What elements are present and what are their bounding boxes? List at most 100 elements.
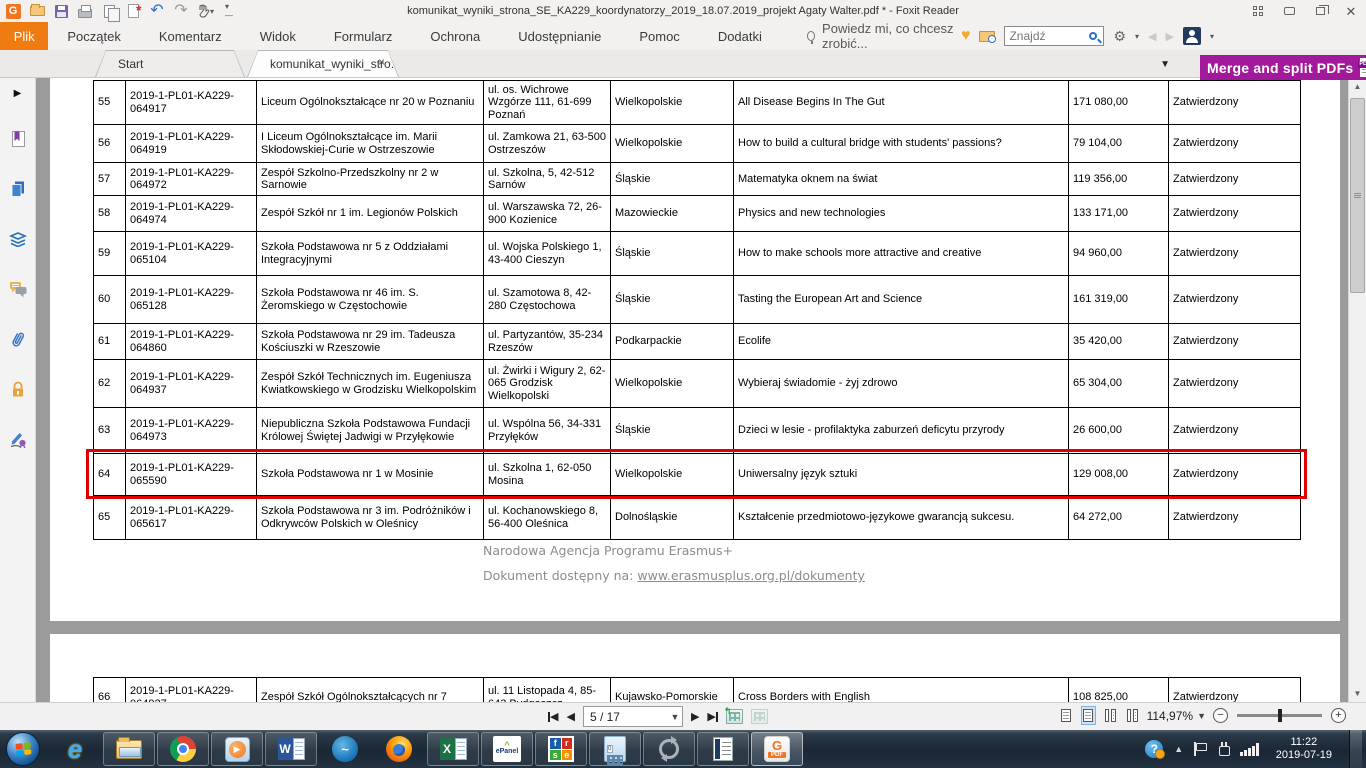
single-page-view-icon[interactable] — [1059, 706, 1074, 725]
vertical-scrollbar[interactable]: ▲ ▼ — [1348, 78, 1366, 702]
layers-panel-icon[interactable] — [8, 229, 28, 249]
undo-icon[interactable]: ↶ — [148, 3, 166, 20]
taskbar-chrome[interactable] — [157, 732, 209, 766]
help-tray-icon[interactable]: ? — [1145, 740, 1163, 758]
network-signal-icon[interactable] — [1240, 743, 1259, 756]
scrollbar-thumb[interactable] — [1350, 98, 1365, 293]
tab-close-icon[interactable]: × — [378, 56, 385, 68]
footer-doc-link[interactable]: www.erasmusplus.org.pl/dokumenty — [637, 568, 864, 583]
zoom-slider-handle[interactable] — [1278, 709, 1282, 722]
taskbar-foxit-reader[interactable]: G PDF — [751, 732, 803, 766]
continuous-facing-view-icon[interactable] — [1125, 706, 1140, 725]
save-icon[interactable] — [52, 3, 70, 20]
ribbon-tab-6[interactable]: Udostępnianie — [499, 22, 620, 50]
ribbon-tab-8[interactable]: Dodatki — [699, 22, 781, 50]
table-row: 572019-1-PL01-KA229-064972Zespół Szkolno… — [94, 163, 1301, 196]
account-avatar[interactable] — [1183, 27, 1201, 45]
tell-me-box[interactable]: Powiedz mi, co chcesz zrobić... — [807, 22, 961, 50]
power-plug-icon[interactable] — [1217, 742, 1229, 756]
signatures-panel-icon[interactable] — [8, 429, 28, 449]
customize-toolbar-icon[interactable]: ▾— — [220, 3, 238, 20]
expand-panel-icon[interactable]: ▶ — [14, 88, 22, 99]
zoom-slider[interactable] — [1237, 714, 1322, 717]
next-page-icon[interactable]: ▶ — [691, 710, 699, 723]
merge-split-banner[interactable]: Merge and split PDFs PDF — [1200, 55, 1366, 80]
tray-expand-icon[interactable]: ▲ — [1174, 744, 1183, 754]
zoom-percentage[interactable]: 114,97% — [1147, 709, 1193, 723]
attachments-panel-icon[interactable] — [8, 329, 28, 349]
taskbar-frse[interactable]: f r s e — [535, 732, 587, 766]
layout-grid-icon[interactable] — [1251, 4, 1265, 18]
taskbar-openoffice[interactable]: ~ — [319, 732, 371, 766]
cell-status: Zatwierdzony — [1169, 81, 1301, 125]
ribbon-tab-2[interactable]: Komentarz — [140, 22, 241, 50]
new-document-icon[interactable] — [124, 3, 142, 20]
taskbar-notes-app[interactable] — [697, 732, 749, 766]
taskbar-calculator[interactable]: 0 — [589, 732, 641, 766]
next-view-icon[interactable] — [751, 709, 768, 724]
page-number-combo[interactable]: 5 / 17 ▼ — [583, 706, 683, 727]
previous-page-icon[interactable]: ◀ — [566, 710, 574, 723]
hand-tool-icon[interactable]: ▾ — [196, 3, 214, 20]
taskbar-file-explorer[interactable] — [103, 732, 155, 766]
tab-start[interactable]: Start — [95, 50, 245, 77]
previous-view-icon[interactable]: ↰ — [726, 709, 743, 724]
gear-caret-icon[interactable]: ▾ — [1135, 32, 1139, 41]
taskbar-internet-explorer[interactable]: e — [49, 732, 101, 766]
find-next-icon[interactable]: ▶ — [1166, 30, 1174, 43]
ribbon-tab-file[interactable]: Plik — [0, 22, 48, 50]
copy-page-icon[interactable] — [100, 3, 118, 20]
zoom-in-icon[interactable]: + — [1331, 708, 1346, 723]
ribbon-tab-4[interactable]: Formularz — [315, 22, 412, 50]
show-desktop-button[interactable] — [1349, 730, 1362, 768]
bookmarks-panel-icon[interactable] — [8, 129, 28, 149]
cell-no: 62 — [94, 360, 126, 408]
find-input[interactable] — [1005, 29, 1089, 43]
gear-icon[interactable]: ⚙ — [1113, 28, 1126, 45]
last-page-icon[interactable]: ▶ — [707, 710, 717, 723]
facing-view-icon[interactable] — [1103, 706, 1118, 725]
ribbon-tab-5[interactable]: Ochrona — [411, 22, 499, 50]
cell-amount: 35 420,00 — [1069, 324, 1169, 360]
open-file-icon[interactable] — [28, 3, 46, 20]
security-panel-icon[interactable] — [8, 379, 28, 399]
comments-panel-icon[interactable] — [8, 279, 28, 299]
taskbar-word[interactable]: W — [265, 732, 317, 766]
taskbar-epanel[interactable]: ^ ePanel — [481, 732, 533, 766]
page-combo-caret-icon[interactable]: ▼ — [668, 712, 682, 722]
tab-list-caret-icon[interactable]: ▼ — [1160, 59, 1170, 70]
scroll-up-icon[interactable]: ▲ — [1349, 78, 1366, 95]
document-view[interactable]: 552019-1-PL01-KA229-064917Liceum Ogólnok… — [37, 78, 1348, 702]
tray-clock[interactable]: 11:22 2019-07-19 — [1276, 736, 1332, 763]
zoom-out-icon[interactable]: − — [1213, 708, 1228, 723]
start-button[interactable] — [6, 732, 40, 766]
taskbar-excel[interactable]: X — [427, 732, 479, 766]
minimize-icon[interactable] — [1282, 4, 1296, 18]
taskbar-firefox[interactable] — [373, 732, 425, 766]
continuous-view-icon[interactable] — [1081, 706, 1096, 725]
account-caret-icon[interactable]: ▾ — [1210, 32, 1214, 41]
pages-panel-icon[interactable] — [8, 179, 28, 199]
cell-id: 2019-1-PL01-KA229-065590 — [126, 454, 257, 496]
ribbon-tab-1[interactable]: Początek — [48, 22, 139, 50]
restore-icon[interactable] — [1313, 4, 1327, 18]
scroll-down-icon[interactable]: ▼ — [1349, 685, 1366, 702]
print-icon[interactable] — [76, 3, 94, 20]
favorite-heart-icon[interactable]: ♥ — [961, 28, 971, 44]
cell-school: Zespół Szkół nr 1 im. Legionów Polskich — [257, 196, 484, 232]
close-icon[interactable]: ✕ — [1344, 4, 1358, 18]
foxit-logo-icon[interactable]: G — [4, 3, 22, 20]
first-page-icon[interactable]: ◀ — [548, 710, 558, 723]
taskbar-sync[interactable] — [643, 732, 695, 766]
action-center-flag-icon[interactable] — [1194, 742, 1206, 756]
zoom-caret-icon[interactable]: ▼ — [1197, 711, 1206, 721]
find-previous-icon[interactable]: ◀ — [1148, 30, 1156, 43]
ribbon-tab-7[interactable]: Pomoc — [620, 22, 698, 50]
folder-search-icon[interactable] — [979, 31, 995, 42]
tab-document[interactable]: komunikat_wyniki_stro... × — [247, 50, 399, 77]
search-icon[interactable] — [1089, 32, 1097, 40]
redo-icon[interactable]: ↷ — [172, 3, 190, 20]
cell-amount: 133 171,00 — [1069, 196, 1169, 232]
taskbar-media-player[interactable]: ▶ — [211, 732, 263, 766]
ribbon-tab-3[interactable]: Widok — [241, 22, 315, 50]
